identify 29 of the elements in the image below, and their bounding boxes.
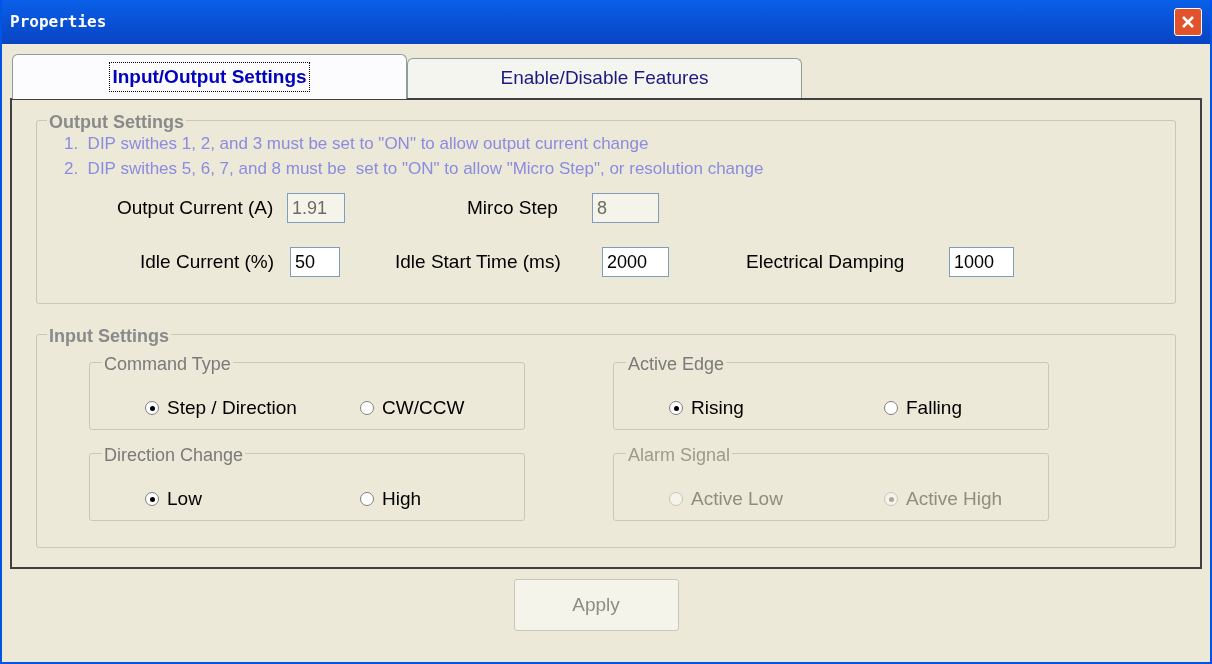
radio-label: Active High bbox=[906, 486, 1003, 511]
field-label: Electrical Damping bbox=[746, 249, 906, 274]
radio-button[interactable] bbox=[884, 401, 898, 415]
field-label: Idle Start Time (ms) bbox=[395, 249, 562, 274]
radio-button[interactable] bbox=[360, 492, 374, 506]
field-label: Mirco Step bbox=[467, 195, 559, 220]
radio-label: Active Low bbox=[691, 486, 783, 511]
radio-label: Falling bbox=[906, 395, 962, 420]
window-title: Properties bbox=[10, 11, 107, 33]
close-button[interactable] bbox=[1174, 8, 1202, 36]
tab[interactable]: Input/Output Settings bbox=[12, 54, 407, 99]
radio-button[interactable] bbox=[145, 401, 159, 415]
radio-button[interactable] bbox=[145, 492, 159, 506]
field-label: Output Current (A) bbox=[117, 195, 275, 220]
radio-button[interactable] bbox=[669, 401, 683, 415]
radio-label: Step / Direction bbox=[167, 395, 297, 420]
radio-label: High bbox=[382, 486, 422, 511]
note-text: 2. DIP swithes 5, 6, 7, and 8 must be set to "ON" to allow "Micro Step", or resolution change bbox=[64, 158, 765, 180]
radio-label: Rising bbox=[691, 395, 744, 420]
note-text: 1. DIP swithes 1, 2, and 3 must be set to "ON" to allow output current change bbox=[64, 133, 650, 155]
tab[interactable]: Enable/Disable Features bbox=[407, 58, 802, 98]
field-label: Idle Current (%) bbox=[140, 249, 276, 274]
radio-button[interactable] bbox=[360, 401, 374, 415]
text-field[interactable]: 1000 bbox=[949, 247, 1014, 277]
close-icon bbox=[1180, 14, 1196, 30]
radio-label: Low bbox=[167, 486, 202, 511]
text-field[interactable]: 50 bbox=[290, 247, 340, 277]
radio-label: CW/CCW bbox=[382, 395, 465, 420]
text-field[interactable]: 2000 bbox=[602, 247, 669, 277]
